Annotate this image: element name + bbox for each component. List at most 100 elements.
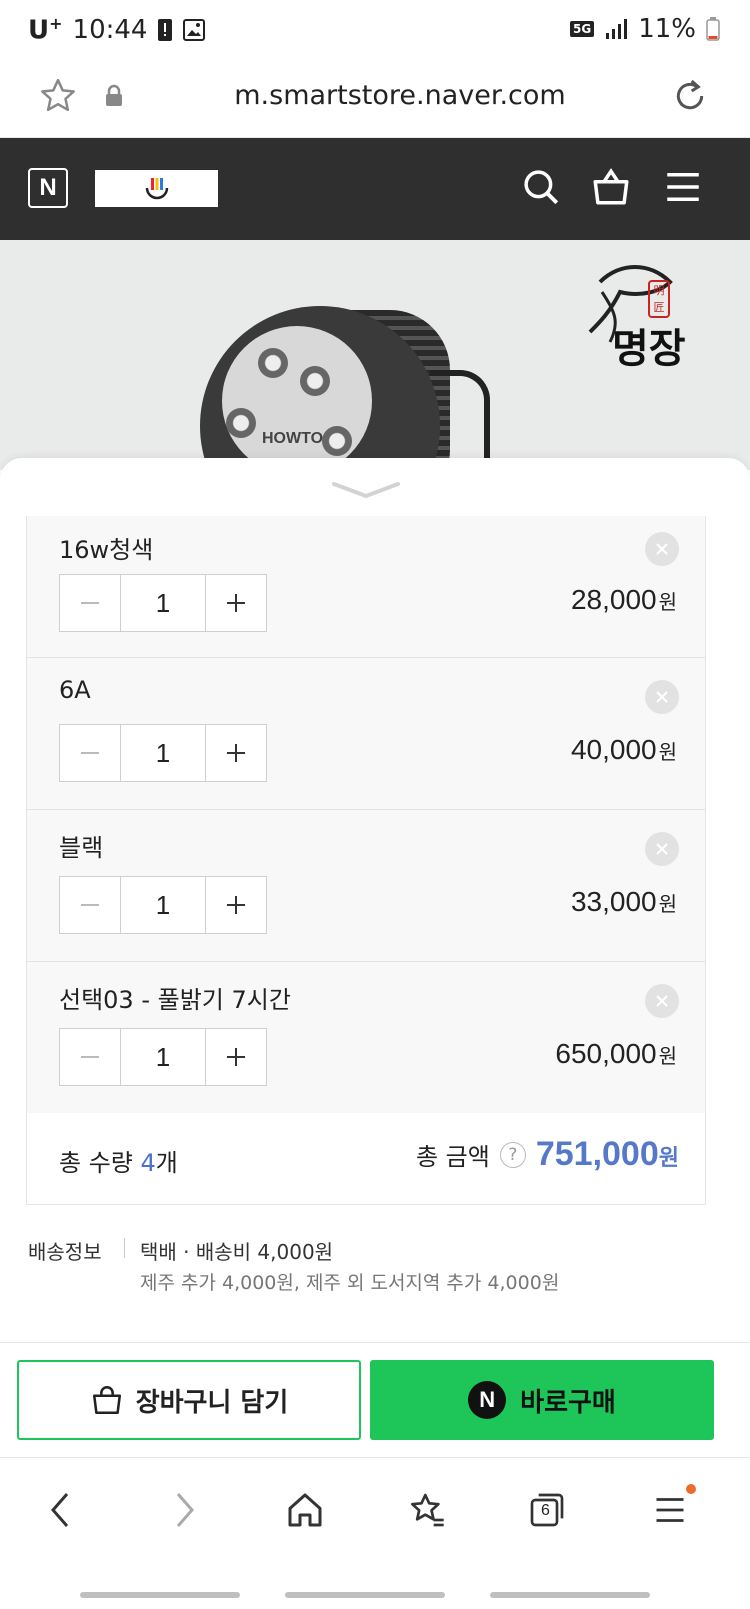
brand-seal: 明匠	[648, 280, 670, 318]
url-field[interactable]: m.smartstore.naver.com	[150, 80, 650, 111]
total-quantity-unit: 개	[155, 1149, 178, 1177]
back-button[interactable]	[30, 1480, 90, 1540]
option-row: 선택03 - 풀밝기 7시간 1 650,000 원	[27, 962, 705, 1114]
option-price-value: 40,000	[570, 734, 657, 765]
total-amount-number: 751,000	[535, 1135, 659, 1173]
menu-icon[interactable]	[662, 166, 704, 208]
buy-now-button[interactable]: N 바로구매	[370, 1360, 714, 1440]
option-name: 블랙	[59, 834, 104, 862]
help-icon[interactable]: ?	[499, 1141, 526, 1168]
decrease-button[interactable]	[60, 575, 120, 631]
quantity-stepper: 1	[59, 1028, 267, 1086]
product-image: HOWTO 明匠 명장	[0, 240, 750, 470]
total-quantity-value: 4	[140, 1149, 156, 1177]
quantity-stepper: 1	[59, 724, 267, 782]
buy-now-label: 바로구매	[520, 1387, 616, 1418]
store-logo[interactable]: M	[95, 170, 218, 207]
chevron-left-icon	[51, 1493, 69, 1527]
shipping-fee: 택배 · 배송비 4,000원	[140, 1240, 334, 1264]
battery-percent: 11%	[638, 14, 696, 44]
lock-icon	[106, 84, 122, 106]
close-icon	[656, 691, 668, 703]
carrier-label: U+	[28, 14, 63, 46]
product-badge: HOWTO	[262, 430, 324, 447]
remove-option-button[interactable]	[645, 832, 679, 866]
bookmarks-star-icon	[411, 1493, 444, 1527]
led	[322, 426, 352, 456]
gesture-home[interactable]	[285, 1592, 445, 1598]
shipping-extra-fee: 제주 추가 4,000원, 제주 외 도서지역 추가 4,000원	[140, 1272, 560, 1294]
plus-icon	[227, 896, 245, 914]
remove-option-button[interactable]	[645, 984, 679, 1018]
divider	[124, 1238, 125, 1258]
battery-icon	[706, 17, 720, 41]
tabs-button[interactable]: 6	[517, 1480, 577, 1540]
gesture-recents[interactable]	[80, 1592, 240, 1598]
option-name: 6A	[59, 676, 91, 704]
quantity-input[interactable]: 1	[120, 725, 206, 781]
add-to-cart-label: 장바구니 담기	[135, 1387, 289, 1418]
browser-menu-button[interactable]	[640, 1480, 700, 1540]
forward-button[interactable]	[155, 1480, 215, 1540]
currency-unit: 원	[658, 1044, 677, 1068]
plus-icon	[227, 744, 245, 762]
led	[258, 348, 288, 378]
increase-button[interactable]	[206, 877, 266, 933]
remove-option-button[interactable]	[645, 532, 679, 566]
decrease-button[interactable]	[60, 877, 120, 933]
shipping-label: 배송정보	[28, 1240, 102, 1264]
total-quantity: 총 수량 4개	[59, 1143, 178, 1178]
quantity-input[interactable]: 1	[120, 575, 206, 631]
network-badge: 5G	[570, 21, 595, 37]
close-icon	[656, 543, 668, 555]
increase-button[interactable]	[206, 1029, 266, 1085]
bookmarks-button[interactable]	[397, 1480, 457, 1540]
total-quantity-label: 총 수량	[59, 1149, 141, 1177]
option-price: 40,000 원	[571, 734, 677, 766]
naver-pay-icon: N	[468, 1381, 507, 1419]
remove-option-button[interactable]	[645, 680, 679, 714]
option-price-value: 33,000	[570, 886, 657, 917]
quantity-input[interactable]: 1	[120, 877, 206, 933]
quantity-stepper: 1	[59, 876, 267, 934]
total-amount: 총 금액 ? 751,000원	[416, 1135, 679, 1174]
search-icon[interactable]	[520, 166, 562, 208]
naver-logo[interactable]: N	[28, 168, 68, 208]
quantity-stepper: 1	[59, 574, 267, 632]
menu-icon	[656, 1498, 684, 1522]
bookmark-star-icon[interactable]	[38, 76, 78, 116]
increase-button[interactable]	[206, 575, 266, 631]
option-price-value: 650,000	[555, 1038, 657, 1069]
image-icon	[183, 18, 206, 41]
minus-icon	[81, 1056, 99, 1058]
status-bar: U+ 10:44 5G 11%	[0, 0, 750, 62]
minus-icon	[81, 752, 99, 754]
close-icon	[656, 843, 668, 855]
led	[226, 408, 256, 438]
option-row: 블랙 1 33,000 원	[27, 810, 705, 962]
decrease-button[interactable]	[60, 1029, 120, 1085]
tab-count: 6	[541, 1502, 550, 1519]
increase-button[interactable]	[206, 725, 266, 781]
store-logo-mark	[145, 177, 168, 199]
purchase-options-sheet: 16w청색 1 28,000 원 6A 1 40,000 원 블랙 1 33,0…	[0, 458, 750, 1458]
total-amount-value: 751,000원	[536, 1135, 679, 1174]
home-button[interactable]	[275, 1480, 335, 1540]
currency-unit: 원	[658, 740, 677, 764]
minus-icon	[81, 602, 99, 604]
reload-icon[interactable]	[670, 76, 710, 116]
plus-icon	[227, 1048, 245, 1066]
chevron-down-icon[interactable]	[330, 478, 402, 502]
option-name: 선택03 - 풀밝기 7시간	[59, 986, 291, 1014]
shopping-bag-icon[interactable]	[590, 166, 632, 208]
clock: 10:44	[72, 14, 148, 45]
plus-icon	[227, 594, 245, 612]
selected-options-list: 16w청색 1 28,000 원 6A 1 40,000 원 블랙 1 33,0…	[26, 516, 706, 1115]
signal-icon	[606, 19, 628, 39]
order-total: 총 수량 4개 총 금액 ? 751,000원	[26, 1113, 706, 1205]
total-amount-label: 총 금액	[415, 1143, 490, 1171]
add-to-cart-button[interactable]: 장바구니 담기	[17, 1360, 361, 1440]
gesture-back[interactable]	[490, 1592, 650, 1598]
decrease-button[interactable]	[60, 725, 120, 781]
quantity-input[interactable]: 1	[120, 1029, 206, 1085]
